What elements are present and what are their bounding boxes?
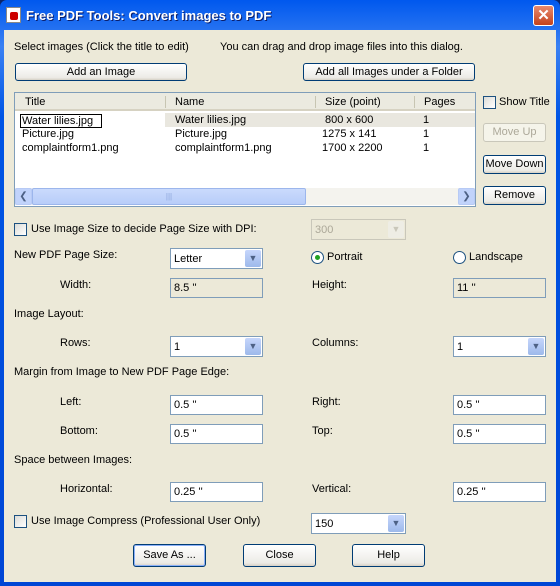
page-size-value: Letter (174, 253, 203, 265)
bottom-margin-input[interactable]: 0.5 '' (170, 424, 263, 444)
remove-button[interactable]: Remove (483, 186, 546, 205)
window-title: Free PDF Tools: Convert images to PDF (26, 8, 272, 23)
image-layout-label: Image Layout: (14, 308, 84, 320)
landscape-label: Landscape (469, 251, 523, 263)
table-row[interactable]: Picture.jpg Picture.jpg 1275 x 141 1 (15, 127, 475, 141)
top-label: Top: (312, 425, 333, 437)
select-images-label: Select images (Click the title to edit) (14, 41, 189, 53)
rows-select[interactable]: 1 ▼ (170, 336, 263, 357)
move-down-button[interactable]: Move Down (483, 155, 546, 174)
left-margin-input[interactable]: 0.5 '' (170, 395, 263, 415)
chevron-down-icon: ▼ (245, 250, 261, 267)
add-folder-button[interactable]: Add all Images under a Folder (303, 63, 475, 81)
cell-name: Picture.jpg (175, 128, 227, 140)
chevron-down-icon: ▼ (528, 338, 544, 355)
portrait-label: Portrait (327, 251, 363, 263)
cell-title[interactable]: complaintform1.png (22, 142, 119, 154)
horizontal-label: Horizontal: (60, 483, 113, 495)
show-title-checkbox[interactable] (483, 96, 496, 109)
columns-select[interactable]: 1 ▼ (453, 336, 546, 357)
scroll-left-icon[interactable]: ❮ (15, 188, 32, 205)
list-header: Title Name Size (point) Pages (15, 93, 475, 111)
title-edit-input[interactable]: Water lilies.jpg (20, 114, 102, 128)
column-name[interactable]: Name (175, 96, 204, 108)
show-title-label: Show Title (499, 96, 550, 108)
dpi-label: Use Image Size to decide Page Size with … (31, 223, 257, 235)
cell-name: Water lilies.jpg (175, 114, 247, 126)
height-field: 11 '' (453, 278, 546, 298)
chevron-down-icon: ▼ (388, 515, 404, 532)
compress-select[interactable]: 150 ▼ (311, 513, 406, 534)
cell-pages: 1 (423, 142, 430, 154)
save-as-button[interactable]: Save As ... (133, 544, 206, 567)
scroll-thumb[interactable]: ||| (32, 188, 306, 205)
column-title[interactable]: Title (25, 96, 45, 108)
chevron-down-icon: ▼ (388, 221, 404, 238)
portrait-radio[interactable] (311, 251, 324, 264)
right-margin-input[interactable]: 0.5 '' (453, 395, 546, 415)
pdf-tools-icon (6, 7, 21, 23)
vertical-space-input[interactable]: 0.25 '' (453, 482, 546, 502)
landscape-radio[interactable] (453, 251, 466, 264)
cell-name: complaintform1.png (175, 142, 272, 154)
table-row[interactable]: complaintform1.png complaintform1.png 17… (15, 141, 475, 155)
dpi-select[interactable]: 300 ▼ (311, 219, 406, 240)
chevron-down-icon: ▼ (245, 338, 261, 355)
compress-label: Use Image Compress (Professional User On… (31, 515, 261, 527)
move-up-button[interactable]: Move Up (483, 123, 546, 142)
add-image-button[interactable]: Add an Image (15, 63, 187, 81)
columns-value: 1 (457, 341, 464, 353)
vertical-label: Vertical: (312, 483, 352, 495)
width-label: Width: (60, 279, 92, 291)
dialog-window: Free PDF Tools: Convert images to PDF ✕ … (0, 0, 560, 586)
rows-value: 1 (174, 341, 181, 353)
cell-pages: 1 (423, 128, 430, 140)
column-pages[interactable]: Pages (424, 96, 455, 108)
close-button[interactable]: Close (243, 544, 316, 567)
cell-pages: 1 (423, 114, 430, 126)
drag-drop-hint: You can drag and drop image files into t… (220, 41, 463, 53)
horizontal-space-input[interactable]: 0.25 '' (170, 482, 263, 502)
left-label: Left: (60, 396, 82, 408)
dpi-value: 300 (315, 224, 334, 236)
compress-checkbox[interactable] (14, 515, 27, 528)
column-size[interactable]: Size (point) (325, 96, 381, 108)
cell-size: 800 x 600 (325, 114, 374, 126)
cell-size: 1275 x 141 (322, 128, 377, 140)
top-margin-input[interactable]: 0.5 '' (453, 424, 546, 444)
space-label: Space between Images: (14, 454, 133, 466)
cell-title[interactable]: Picture.jpg (22, 128, 74, 140)
dpi-checkbox[interactable] (14, 223, 27, 236)
height-label: Height: (312, 279, 347, 291)
close-icon[interactable]: ✕ (533, 5, 554, 26)
scroll-right-icon[interactable]: ❯ (458, 188, 475, 205)
dialog-body: Select images (Click the title to edit) … (4, 30, 556, 582)
page-size-select[interactable]: Letter ▼ (170, 248, 263, 269)
bottom-label: Bottom: (60, 425, 98, 437)
table-row[interactable]: Water lilies.jpg Water lilies.jpg 800 x … (15, 113, 475, 128)
compress-value: 150 (315, 518, 334, 530)
horizontal-scrollbar[interactable]: ❮ ||| ❯ (15, 188, 475, 205)
right-label: Right: (312, 396, 341, 408)
margin-label: Margin from Image to New PDF Page Edge: (14, 366, 230, 378)
cell-size: 1700 x 2200 (322, 142, 383, 154)
image-list[interactable]: Title Name Size (point) Pages Water lili… (14, 92, 476, 207)
columns-label: Columns: (312, 337, 359, 349)
help-button[interactable]: Help (352, 544, 425, 567)
width-field: 8.5 '' (170, 278, 263, 298)
page-size-label: New PDF Page Size: (14, 249, 118, 261)
rows-label: Rows: (60, 337, 91, 349)
title-bar[interactable]: Free PDF Tools: Convert images to PDF ✕ (0, 0, 560, 30)
